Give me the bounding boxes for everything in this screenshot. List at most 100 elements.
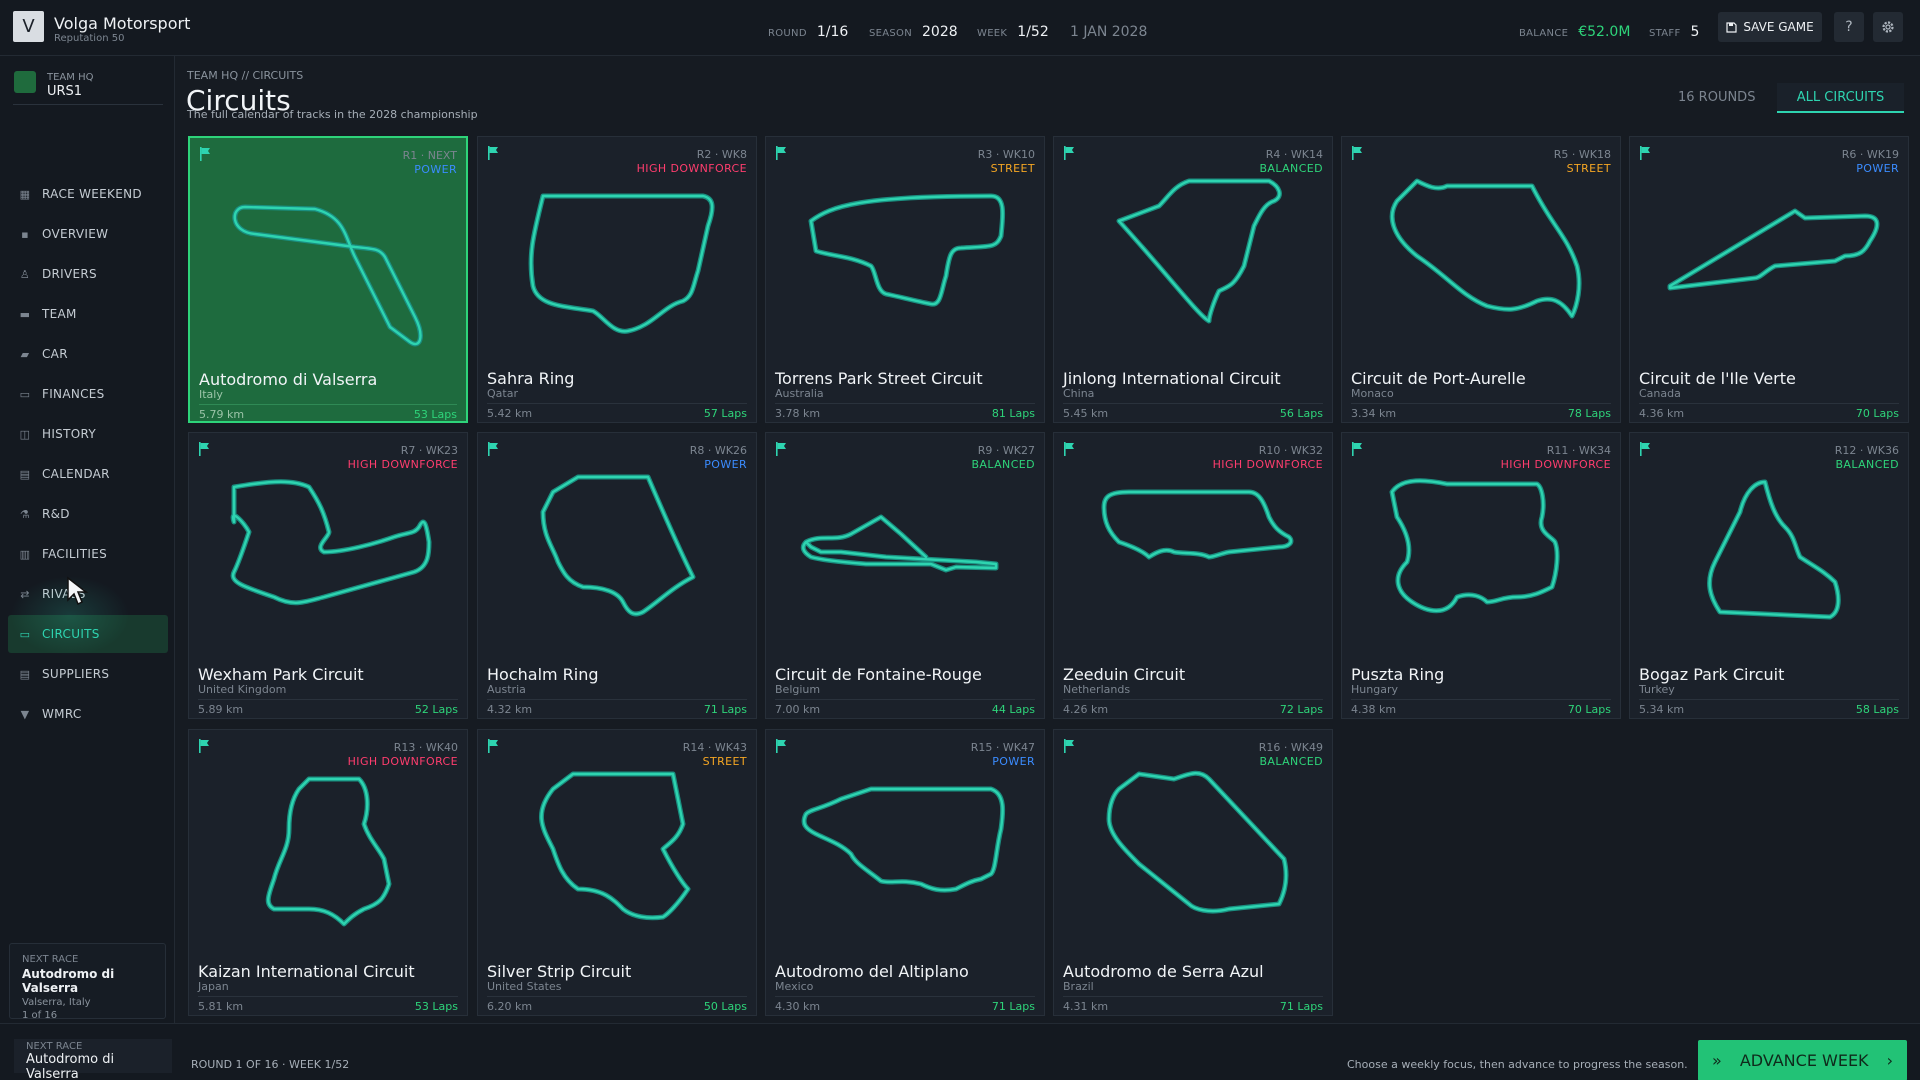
circuit-card[interactable]: R8 · WK26 POWER Hochalm Ring Austria 4.32 km… [477,432,757,719]
sidebar-item-r-d[interactable]: ⚗ R&D [8,495,168,533]
circuit-round-week: R13 · WK40 [393,741,458,754]
circuit-country: Mexico [775,980,814,993]
gear-icon [1882,21,1894,33]
circuit-laps: 81 Laps [991,407,1035,420]
circuit-card[interactable]: R2 · WK8 HIGH DOWNFORCE Sahra Ring Qatar 5.4… [477,136,757,423]
flag-icon [776,442,786,456]
circuit-name: Sahra Ring [487,369,575,388]
circuit-card[interactable]: R10 · WK32 HIGH DOWNFORCE Zeeduin Circuit N… [1053,432,1333,719]
flag-icon [200,147,210,161]
circuit-card[interactable]: R1 · NEXT POWER Autodromo di Valserra Italy… [188,136,468,423]
circuit-card[interactable]: R12 · WK36 BALANCED Bogaz Park Circuit Turk… [1629,432,1909,719]
flag-icon [1064,146,1074,160]
flask-icon: ⚗ [19,507,31,521]
circuit-card[interactable]: R9 · WK27 BALANCED Circuit de Fontaine-Rou… [765,432,1045,719]
trophy-icon: ▼ [20,707,30,721]
circuit-length: 4.36 km [1639,407,1685,420]
circuit-laps: 50 Laps [703,1000,747,1013]
team-hq-card[interactable]: TEAM HQ URS1 [13,69,163,105]
circuit-card[interactable]: R6 · WK19 POWER Circuit de l'Ile Verte Cana… [1629,136,1909,423]
circuit-length: 3.34 km [1351,407,1397,420]
stat-balance: BALANCE €52.0M [1519,24,1631,40]
circuit-length: 3.78 km [775,407,821,420]
next-race-name: Autodromo di Valserra [22,967,115,995]
sidebar-item-history[interactable]: ◫ HISTORY [8,415,168,453]
track-outline [801,786,1006,893]
circuit-name: Hochalm Ring [487,665,599,684]
help-button[interactable]: ? [1834,12,1864,42]
sidebar-item-drivers[interactable]: ♙ DRIVERS [8,255,168,293]
circuit-card[interactable]: R5 · WK18 STREET Circuit de Port-Aurelle Mo… [1341,136,1621,423]
flag-icon [488,146,498,160]
sidebar-item-overview[interactable]: ▪ OVERVIEW [8,215,168,253]
circuit-length: 4.26 km [1063,703,1109,716]
circuit-laps: 58 Laps [1855,703,1899,716]
next-race-location: Valserra, Italy [22,997,91,1008]
next-race-card[interactable]: NEXT RACE Autodromo di Valserra Valserra… [9,943,166,1021]
advance-week-button[interactable]: » ADVANCE WEEK › [1698,1040,1907,1080]
circuit-name: Autodromo del Altiplano [775,962,969,981]
sidebar-item-label: DRIVERS [42,267,97,281]
circuit-laps: 44 Laps [991,703,1035,716]
save-game-button[interactable]: SAVE GAME [1718,12,1822,42]
sidebar-item-calendar[interactable]: ▤ CALENDAR [8,455,168,493]
card-divider [1063,699,1323,700]
track-outline [1106,770,1289,914]
sidebar-item-facilities[interactable]: ▥ FACILITIES [8,535,168,573]
circuit-card[interactable]: R7 · WK23 HIGH DOWNFORCE Wexham Park Circu… [188,432,468,719]
sidebar-item-finances[interactable]: ▭ FINANCES [8,375,168,413]
stat-round: ROUND 1/16 [768,24,849,40]
sidebar-item-suppliers[interactable]: ▤ SUPPLIERS [8,655,168,693]
circuit-card[interactable]: R4 · WK14 BALANCED Jinlong International C… [1053,136,1333,423]
circuit-card[interactable]: R13 · WK40 HIGH DOWNFORCE Kaizan Internati… [188,729,468,1016]
circuit-card[interactable]: R14 · WK43 STREET Silver Strip Circuit Unit… [477,729,757,1016]
circuit-card[interactable]: R3 · WK10 STREET Torrens Park Street Circu… [765,136,1045,423]
supplier-icon: ▤ [19,667,31,681]
circuit-country: Italy [199,388,223,401]
circuit-round-week: R5 · WK18 [1553,148,1611,161]
circuit-length: 5.89 km [198,703,244,716]
filter-all-circuits-tab[interactable]: ALL CIRCUITS [1777,83,1904,113]
footer-next-label: NEXT RACE [26,1041,83,1052]
sidebar-item-team[interactable]: ▬ TEAM [8,295,168,333]
team-icon: ▬ [19,307,31,321]
sidebar-item-label: OVERVIEW [42,227,109,241]
circuit-card[interactable]: R15 · WK47 POWER Autodromo del Altiplano Me… [765,729,1045,1016]
settings-button[interactable] [1873,12,1903,42]
card-divider [1063,996,1323,997]
circuit-length: 5.34 km [1639,703,1685,716]
team-hq-code: URS1 [47,84,83,99]
circuit-country: Qatar [487,387,518,400]
circuit-country: Australia [775,387,824,400]
sidebar-item-car[interactable]: ▰ CAR [8,335,168,373]
card-divider [198,699,458,700]
circuit-length: 5.81 km [198,1000,244,1013]
circuit-laps: 70 Laps [1855,407,1899,420]
circuit-card[interactable]: R11 · WK34 HIGH DOWNFORCE Puszta Ring Hunga… [1341,432,1621,719]
circuit-round-week: R10 · WK32 [1258,444,1323,457]
track-outline [1116,178,1282,324]
sidebar-item-label: HISTORY [42,427,96,441]
factory-icon: ▥ [19,547,31,561]
flag-icon [1640,442,1650,456]
card-divider [775,699,1035,700]
circuit-card[interactable]: R16 · WK49 BALANCED Autodromo de Serra Azu… [1053,729,1333,1016]
circuit-name: Puszta Ring [1351,665,1445,684]
sidebar-item-wmrc[interactable]: ▼ WMRC [8,695,168,733]
track-outline [800,514,999,573]
circuit-laps: 71 Laps [703,703,747,716]
circuit-length: 5.79 km [199,408,245,421]
sidebar-item-label: RACE WEEKEND [42,187,142,201]
circuit-name: Torrens Park Street Circuit [775,369,983,388]
circuit-laps: 53 Laps [413,408,457,421]
top-bar: V Volga Motorsport Reputation 50 ROUND 1/… [0,0,1920,56]
flag-icon [1640,146,1650,160]
circuit-laps: 56 Laps [1279,407,1323,420]
flag-icon [1064,739,1074,753]
circuit-country: Netherlands [1063,683,1131,696]
circuit-country: Monaco [1351,387,1394,400]
footer-next-race[interactable]: NEXT RACE Autodromo di Valserra [14,1039,172,1080]
sidebar-item-race-weekend[interactable]: ▦ RACE WEEKEND [8,175,168,213]
page-subtitle: The full calendar of tracks in the 2028 … [187,108,478,121]
card-divider [1063,403,1323,404]
